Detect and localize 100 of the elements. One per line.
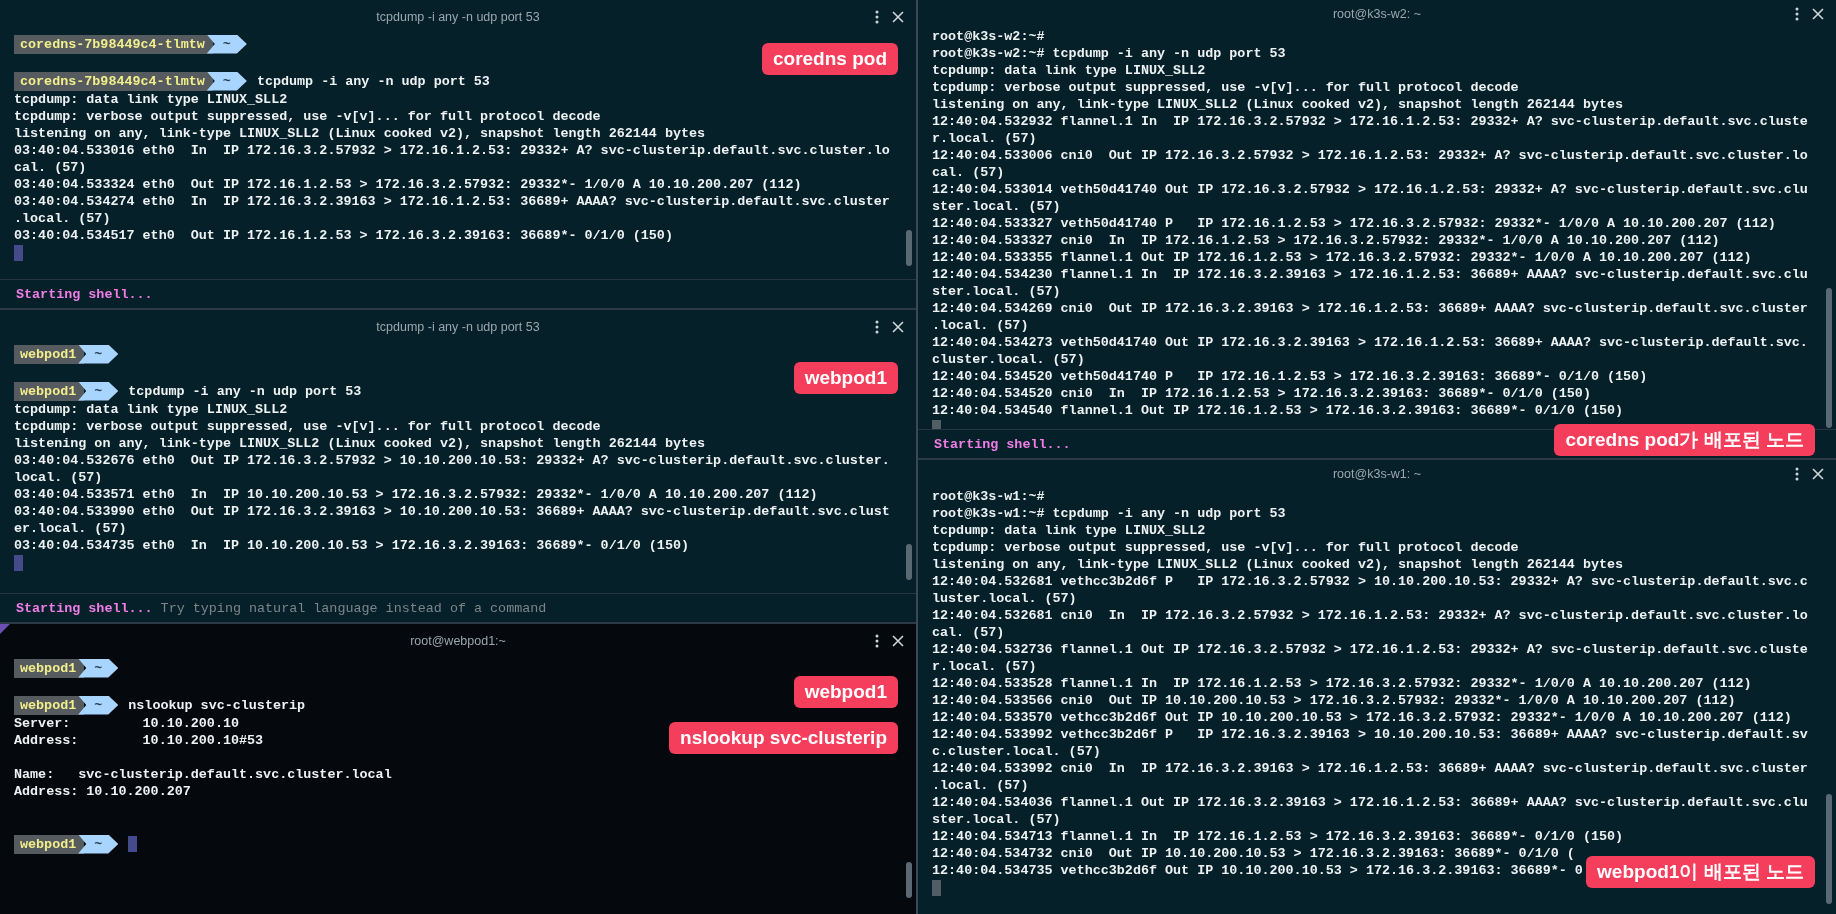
- output-line: 12:40:04.533355 flannel.1 Out IP 172.16.1.2.53 > 172.16.3.2.57932: 29332*- 1/0/0 A 10.10.200.207 (112): [932, 249, 1752, 266]
- output-line: 12:40:04.534520 veth50d41740 P IP 172.16.1.2.53 > 172.16.3.2.39163: 36689*- 0/1/0 (150): [932, 368, 1648, 385]
- output-line: 03:40:04.533571 eth0 In IP 10.10.200.10.53 > 172.16.3.2.57932: 29332*- 1/0/0 A 10.10.200.207 (112): [14, 486, 818, 503]
- output-line: 12:40:04.533528 flannel.1 In IP 172.16.1.2.53 > 172.16.3.2.57932: 29332*- 1/0/0 A 10.10.200.207 (112): [932, 675, 1752, 692]
- output-line: 12:40:04.534540 flannel.1 Out IP 172.16.1.2.53 > 172.16.3.2.39163: 36689*- 0/1/0 (150): [932, 402, 1624, 419]
- terminal-pane[interactable]: [0, 310, 916, 622]
- output-line: c.cluster.local. (57): [932, 743, 1101, 760]
- prompt-host: coredns-7b98449c4-tlmtw: [14, 34, 213, 54]
- output-line: 12:40:04.534732 cni0 Out IP 10.10.200.10.53 > 172.16.3.2.39163: 36689*- 0/1/0 (: [932, 845, 1575, 862]
- text-cursor: [14, 244, 23, 261]
- output-line: 12:40:04.533992 cni0 In IP 172.16.3.2.39163 > 172.16.1.2.53: 36689+ AAAA? svc-clusterip.default.svc.cluster: [932, 760, 1808, 777]
- output-line: 03:40:04.534274 eth0 In IP 172.16.3.2.39163 > 172.16.1.2.53: 36689+ AAAA? svc-clusterip.default.svc.cluster: [14, 193, 890, 210]
- scrollbar-thumb[interactable]: [1826, 794, 1832, 904]
- status-text: Starting shell...: [934, 436, 1071, 452]
- output-line: 12:40:04.533006 cni0 Out IP 172.16.3.2.57932 > 172.16.1.2.53: 29332+ A? svc-clusterip.default.svc.cluster.lo: [932, 147, 1808, 164]
- output-line: root@k3s-w1:~#: [932, 488, 1045, 505]
- close-icon[interactable]: [1812, 8, 1824, 20]
- output-line: 12:40:04.534036 flannel.1 Out IP 172.16.3.2.39163 > 172.16.1.2.53: 36689+ AAAA? svc-clusterip.default.svc.clu: [932, 794, 1808, 811]
- output-line: Address: 10.10.200.10#53: [14, 732, 264, 749]
- annotation-label: webpod1: [793, 676, 898, 708]
- output-line: tcpdump: verbose output suppressed, use -v[v]... for full protocol decode: [14, 108, 601, 125]
- close-icon[interactable]: [892, 321, 904, 333]
- input-hint: Try typing natural language instead of a command: [160, 600, 547, 616]
- prompt-host: webpod1: [14, 381, 85, 401]
- scrollbar-thumb[interactable]: [906, 862, 912, 898]
- output-line: tcpdump: data link type LINUX_SLL2: [14, 91, 288, 108]
- output-line: 12:40:04.532932 flannel.1 In IP 172.16.3.2.57932 > 172.16.1.2.53: 29332+ A? svc-clusterip.default.svc.cluste: [932, 113, 1808, 130]
- output-line: ster.local. (57): [932, 811, 1061, 828]
- output-line: tcpdump: data link type LINUX_SLL2: [932, 62, 1206, 79]
- output-line: listening on any, link-type LINUX_SLL2 (Linux cooked v2), snapshot length 262144 bytes: [932, 556, 1624, 573]
- scrollbar-thumb[interactable]: [1826, 288, 1832, 428]
- prompt-host: webpod1: [14, 834, 85, 854]
- more-options-icon[interactable]: [875, 10, 879, 24]
- output-line: cal. (57): [932, 624, 1005, 641]
- output-line: 12:40:04.533570 vethcc3b2d6f Out IP 10.10.200.10.53 > 172.16.3.2.57932: 29332*- 1/0/0 A 10.10.200.207 (112): [932, 709, 1792, 726]
- output-line: tcpdump: verbose output suppressed, use -v[v]... for full protocol decode: [932, 539, 1519, 556]
- output-line: root@k3s-w2:~# tcpdump -i any -n udp port 53: [932, 45, 1286, 62]
- pane-title: tcpdump -i any -n udp port 53: [376, 10, 540, 24]
- output-line: cluster.local. (57): [932, 351, 1085, 368]
- output-line: tcpdump: verbose output suppressed, use -v[v]... for full protocol decode: [932, 79, 1519, 96]
- pane-title: root@webpod1:~: [410, 634, 506, 648]
- output-line: 12:40:04.533566 cni0 Out IP 10.10.200.10.53 > 172.16.3.2.57932: 29332*- 1/0/0 A 10.10.200.207 (112): [932, 692, 1736, 709]
- prompt-host: coredns-7b98449c4-tlmtw: [14, 71, 213, 91]
- output-line: root@k3s-w2:~#: [932, 28, 1045, 45]
- output-line: 03:40:04.534735 eth0 In IP 10.10.200.10.53 > 172.16.3.2.39163: 36689*- 0/1/0 (150): [14, 537, 689, 554]
- output-line: r.local. (57): [932, 130, 1037, 147]
- pane-title: tcpdump -i any -n udp port 53: [376, 320, 540, 334]
- output-line: tcpdump: data link type LINUX_SLL2: [932, 522, 1206, 539]
- more-options-icon[interactable]: [875, 320, 879, 334]
- prompt-directory: ~: [78, 344, 119, 364]
- output-line: ster.local. (57): [932, 283, 1061, 300]
- terminal-pane[interactable]: [918, 460, 1836, 914]
- output-line: 12:40:04.532681 vethcc3b2d6f P IP 172.16.3.2.57932 > 10.10.200.10.53: 29332+ A? svc-clusterip.default.svc.c: [932, 573, 1808, 590]
- output-line: 03:40:04.533016 eth0 In IP 172.16.3.2.57932 > 172.16.1.2.53: 29332+ A? svc-clusterip.default.svc.cluster.lo: [14, 142, 890, 159]
- output-line: 03:40:04.534517 eth0 Out IP 172.16.1.2.53 > 172.16.3.2.39163: 36689*- 0/1/0 (150): [14, 227, 673, 244]
- output-line: listening on any, link-type LINUX_SLL2 (Linux cooked v2), snapshot length 262144 bytes: [14, 435, 706, 452]
- annotation-label: webpod1이 배포된 노드: [1586, 856, 1815, 888]
- scrollbar-thumb[interactable]: [906, 230, 912, 266]
- annotation-label: webpod1: [793, 362, 898, 394]
- terminal-pane[interactable]: [0, 624, 916, 914]
- pane-title: root@k3s-w2: ~: [1332, 7, 1422, 21]
- pane-title: root@k3s-w1: ~: [1332, 467, 1422, 481]
- scrollbar-thumb[interactable]: [906, 544, 912, 580]
- close-icon[interactable]: [892, 635, 904, 647]
- more-options-icon[interactable]: [1795, 7, 1799, 21]
- more-options-icon[interactable]: [875, 634, 879, 648]
- output-line: 12:40:04.532736 flannel.1 Out IP 172.16.3.2.57932 > 172.16.1.2.53: 29332+ A? svc-clusterip.default.svc.cluste: [932, 641, 1808, 658]
- output-line: .local. (57): [932, 777, 1029, 794]
- output-line: cal. (57): [932, 164, 1005, 181]
- annotation-label: nslookup svc-clusterip: [669, 722, 898, 754]
- output-line: listening on any, link-type LINUX_SLL2 (Linux cooked v2), snapshot length 262144 bytes: [932, 96, 1624, 113]
- command-text: tcpdump -i any -n udp port 53: [128, 382, 362, 400]
- output-line: .local. (57): [932, 317, 1029, 334]
- output-line: root@k3s-w1:~# tcpdump -i any -n udp port 53: [932, 505, 1286, 522]
- close-icon[interactable]: [892, 11, 904, 23]
- status-text: Starting shell...: [16, 600, 153, 616]
- text-cursor: [14, 554, 23, 571]
- terminal-pane[interactable]: [918, 0, 1836, 458]
- close-icon[interactable]: [1812, 468, 1824, 480]
- annotation-label: coredns pod가 배포된 노드: [1554, 424, 1815, 456]
- output-line: tcpdump: data link type LINUX_SLL2: [14, 401, 288, 418]
- terminal-pane[interactable]: [0, 0, 916, 308]
- prompt-directory: ~: [78, 658, 119, 678]
- output-line: 12:40:04.534273 veth50d41740 Out IP 172.16.3.2.39163 > 172.16.1.2.53: 36689+ AAAA? svc-clusterip.default.svc.: [932, 334, 1808, 351]
- prompt-directory: ~: [78, 834, 119, 854]
- annotation-label: coredns pod: [762, 43, 898, 75]
- output-line: 12:40:04.533327 veth50d41740 P IP 172.16.1.2.53 > 172.16.3.2.57932: 29332*- 1/0/0 A 10.10.200.207 (112): [932, 215, 1776, 232]
- output-line: luster.local. (57): [932, 590, 1077, 607]
- prompt-directory: ~: [78, 695, 119, 715]
- output-line: 12:40:04.533327 cni0 In IP 172.16.1.2.53 > 172.16.3.2.57932: 29332*- 1/0/0 A 10.10.200.207 (112): [932, 232, 1720, 249]
- output-line: listening on any, link-type LINUX_SLL2 (Linux cooked v2), snapshot length 262144 bytes: [14, 125, 706, 142]
- more-options-icon[interactable]: [1795, 467, 1799, 481]
- prompt-host: webpod1: [14, 658, 85, 678]
- prompt-host: webpod1: [14, 344, 85, 364]
- output-line: 12:40:04.534713 flannel.1 In IP 172.16.1.2.53 > 172.16.3.2.39163: 36689*- 0/1/0 (150): [932, 828, 1624, 845]
- output-line: Name: svc-clusterip.default.svc.cluster.local: [14, 766, 392, 783]
- prompt-directory: ~: [78, 381, 119, 401]
- output-line: ster.local. (57): [932, 198, 1061, 215]
- output-line: er.local. (57): [14, 520, 127, 537]
- output-line: local. (57): [14, 469, 103, 486]
